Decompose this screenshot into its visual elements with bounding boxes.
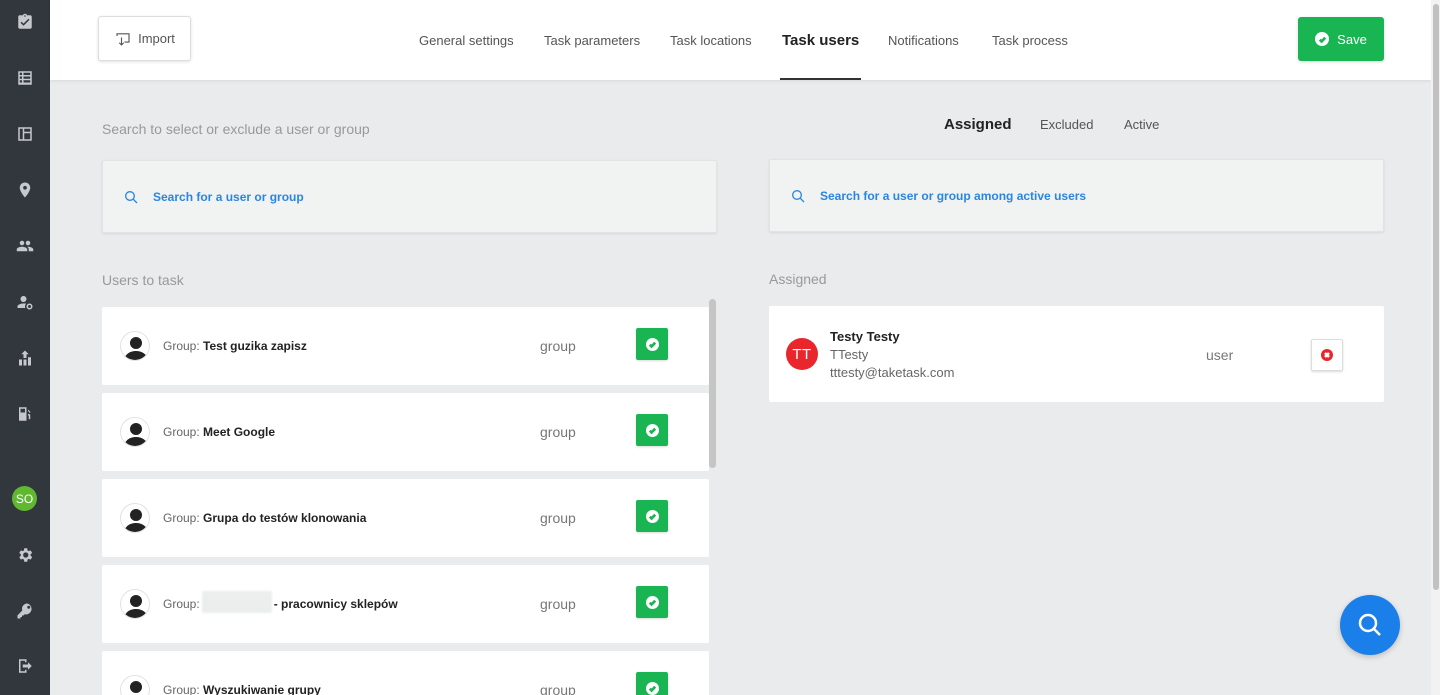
list-icon[interactable] [15, 68, 35, 88]
row-type: group [540, 682, 576, 695]
filter-tab-assigned[interactable]: Assigned [944, 116, 1012, 133]
list-item: Group: Meet Google group [102, 393, 709, 471]
remove-user-button[interactable] [1311, 339, 1343, 371]
check-circle-icon [645, 423, 659, 437]
user-search-input[interactable] [153, 189, 673, 204]
select-group-button[interactable] [636, 414, 668, 446]
filter-tab-active[interactable]: Active [1124, 117, 1159, 132]
group-name: Group: Grupa do testów klonowania [163, 511, 367, 525]
key-icon[interactable] [15, 601, 35, 621]
check-circle-icon [645, 681, 659, 695]
check-circle-icon [645, 595, 659, 609]
gear-icon[interactable] [15, 545, 35, 565]
assigned-user-email: tttesty@taketask.com [830, 365, 955, 380]
map-pin-icon[interactable] [15, 180, 35, 200]
group-avatar-icon [120, 589, 150, 619]
group-name: Group: Wyszukiwanie grupy [163, 683, 321, 695]
assigned-user-type: user [1206, 347, 1234, 363]
top-bar: Import General settings Task parameters … [50, 0, 1431, 80]
assigned-user-login: TTesty [830, 347, 869, 362]
active-user-search-box[interactable] [769, 159, 1384, 232]
check-circle-icon [1315, 32, 1330, 46]
group-avatar-icon [120, 331, 150, 361]
sidebar: SO [0, 0, 50, 695]
assigned-user-card: TT Testy Testy TTesty tttesty@taketask.c… [769, 306, 1384, 402]
tab-task-process[interactable]: Task process [992, 0, 1068, 80]
search-icon [125, 190, 138, 203]
redacted-text [201, 591, 272, 613]
clipboard-check-icon[interactable] [15, 12, 35, 32]
tab-task-locations[interactable]: Task locations [670, 0, 752, 80]
search-fab-button[interactable] [1340, 595, 1400, 655]
user-initials-avatar: TT [786, 338, 818, 370]
tab-general-settings[interactable]: General settings [419, 0, 514, 80]
check-circle-icon [645, 509, 659, 523]
user-avatar[interactable]: SO [12, 486, 37, 511]
active-user-search-input[interactable] [820, 188, 1340, 203]
list-item: Group: Wyszukiwanie grupy group [102, 651, 709, 695]
user-search-box[interactable] [102, 160, 717, 233]
group-avatar-icon [120, 675, 150, 695]
select-group-button[interactable] [636, 586, 668, 618]
save-button[interactable]: Save [1298, 17, 1384, 61]
select-group-button[interactable] [636, 672, 668, 695]
filter-tab-excluded[interactable]: Excluded [1040, 117, 1093, 132]
tab-bar: General settings Task parameters Task lo… [50, 0, 1431, 80]
fuel-icon[interactable] [15, 404, 35, 424]
list-item: Group: Grupa do testów klonowania group [102, 479, 709, 557]
check-circle-icon [645, 337, 659, 351]
list-item: Group: Test guzika zapisz group [102, 307, 709, 385]
search-section-title: Search to select or exclude a user or gr… [102, 121, 370, 137]
search-icon [1358, 613, 1381, 636]
group-avatar-icon [120, 503, 150, 533]
group-name: Group: - pracownicy sklepów [163, 591, 398, 613]
list-scrollbar-thumb[interactable] [709, 299, 716, 468]
close-icon [1321, 349, 1333, 361]
users-to-task-label: Users to task [102, 272, 184, 288]
row-type: group [540, 596, 576, 612]
users-to-task-list: Group: Test guzika zapisz group Group: M… [102, 307, 709, 695]
tab-task-parameters[interactable]: Task parameters [544, 0, 640, 80]
group-avatar-icon [120, 417, 150, 447]
tab-notifications[interactable]: Notifications [888, 0, 959, 80]
save-label: Save [1337, 31, 1367, 47]
chart-upload-icon[interactable] [15, 348, 35, 368]
users-icon[interactable] [15, 236, 35, 256]
select-group-button[interactable] [636, 328, 668, 360]
list-item: Group: - pracownicy sklepów group [102, 565, 709, 643]
row-type: group [540, 510, 576, 526]
row-type: group [540, 338, 576, 354]
logout-icon[interactable] [15, 656, 35, 676]
row-type: group [540, 424, 576, 440]
layout-icon[interactable] [15, 124, 35, 144]
user-settings-icon[interactable] [15, 292, 35, 312]
tab-task-users[interactable]: Task users [779, 0, 862, 80]
assigned-user-name: Testy Testy [830, 329, 900, 344]
group-name: Group: Test guzika zapisz [163, 339, 307, 353]
assigned-label: Assigned [769, 271, 827, 287]
page-scrollbar-thumb[interactable] [1433, 4, 1439, 590]
group-name: Group: Meet Google [163, 425, 276, 439]
select-group-button[interactable] [636, 500, 668, 532]
search-icon [792, 189, 805, 202]
